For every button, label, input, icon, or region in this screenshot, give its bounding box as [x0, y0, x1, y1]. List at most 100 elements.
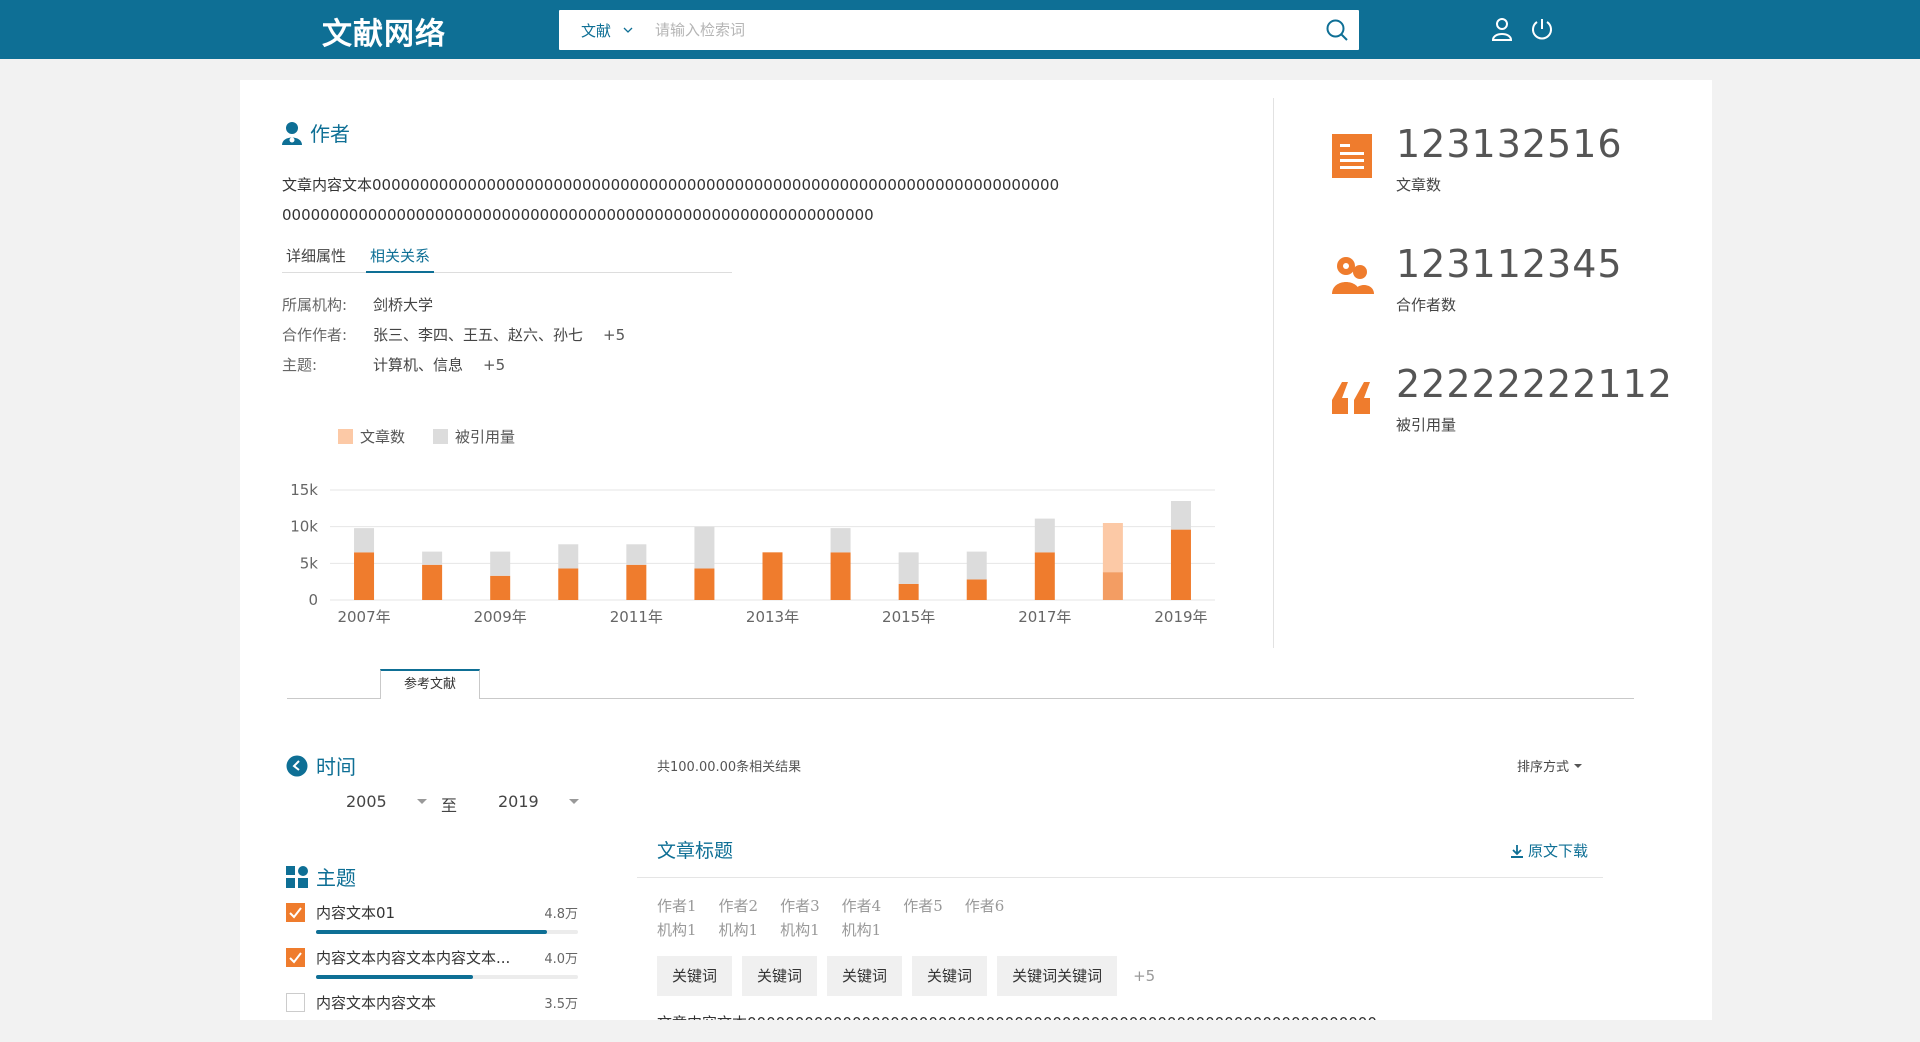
chevron-down-icon	[623, 27, 633, 33]
author-link[interactable]: 作者1	[657, 895, 697, 916]
y-tick-label: 10k	[290, 518, 318, 536]
topic-label[interactable]: 内容文本内容文本	[316, 992, 544, 1013]
bar-citations	[1034, 518, 1055, 553]
x-tick-label: 2007年	[337, 608, 390, 626]
topic-checkbox[interactable]	[286, 992, 305, 1012]
legend-label: 被引用量	[455, 428, 516, 446]
institution-link[interactable]: 机构1	[780, 919, 820, 940]
attr-value[interactable]: 计算机、信息	[373, 350, 463, 380]
keyword-tag[interactable]: 关键词	[912, 956, 988, 996]
logout-button[interactable]	[1528, 15, 1556, 43]
bar-articles	[966, 579, 987, 600]
logo[interactable]: 文献网络	[322, 9, 446, 53]
keywords-more-button[interactable]: +5	[1133, 967, 1155, 985]
bar-citations	[626, 544, 647, 565]
legend-swatch	[433, 429, 449, 444]
result-keywords: 关键词 关键词 关键词 关键词 关键词关键词 +5	[657, 956, 1155, 996]
result-count: 共100.00.00条相关结果	[657, 760, 802, 775]
year-to-value: 2019	[498, 792, 539, 811]
topic-label[interactable]: 内容文本01	[316, 902, 544, 923]
caret-down-icon	[568, 799, 579, 804]
search-icon	[1326, 19, 1348, 41]
tab-relations[interactable]: 相关关系	[366, 245, 435, 273]
tab-references[interactable]: 参考文献	[380, 669, 480, 699]
sort-label: 排序方式	[1517, 760, 1570, 775]
x-tick-label: 2017年	[1018, 608, 1071, 626]
author-link[interactable]: 作者2	[719, 895, 759, 916]
institution-link[interactable]: 机构1	[842, 919, 882, 940]
bar-citations	[1170, 501, 1191, 530]
bar-articles	[354, 552, 375, 600]
bar-articles	[1034, 552, 1055, 600]
attr-more-button[interactable]: +5	[483, 350, 505, 380]
attr-value[interactable]: 剑桥大学	[373, 290, 433, 320]
power-icon	[1532, 19, 1552, 40]
legend-item-articles[interactable]: 文章数	[338, 426, 405, 447]
author-link[interactable]: 作者5	[903, 895, 943, 916]
x-tick-label: 2015年	[882, 608, 935, 626]
keyword-tag[interactable]: 关键词	[657, 956, 733, 996]
attr-more-button[interactable]: +5	[603, 320, 625, 350]
search-input[interactable]	[649, 10, 1315, 50]
stat-number: 123112345	[1396, 242, 1623, 286]
stat-label: 被引用量	[1396, 416, 1457, 434]
year-to-select[interactable]: 2019	[498, 792, 579, 811]
author-subtabs: 详细属性 相关关系	[282, 245, 732, 273]
attr-value[interactable]: 张三、李四、王五、赵六、孙七	[373, 320, 583, 350]
tab-details[interactable]: 详细属性	[282, 245, 350, 273]
attr-key: 主题:	[282, 356, 318, 374]
keyword-tag[interactable]: 关键词	[827, 956, 903, 996]
institution-link[interactable]: 机构1	[719, 919, 759, 940]
result-item: 文章标题 原文下载 作者1 作者2 作者3 作者4 作者5 作者6 机构1 机构…	[637, 820, 1603, 1042]
search-button[interactable]	[1315, 10, 1359, 50]
search-scope-label: 文献	[581, 21, 612, 40]
caret-down-icon	[416, 799, 427, 804]
topic-progress	[316, 930, 578, 934]
topic-count: 3.5万	[544, 996, 578, 1012]
author-link[interactable]: 作者3	[780, 895, 820, 916]
attr-row-topics: 主题: 计算机、信息 +5	[282, 350, 625, 380]
grid-icon	[286, 865, 308, 888]
search-scope-dropdown[interactable]: 文献	[559, 20, 649, 41]
x-tick-label: 2013年	[746, 608, 799, 626]
bar-articles	[422, 564, 443, 600]
attr-key: 合作作者:	[282, 326, 348, 344]
topic-count: 4.8万	[544, 906, 578, 922]
bar-articles	[762, 552, 783, 600]
topic-label[interactable]: 内容文本内容文本内容文本...	[316, 947, 544, 968]
author-link[interactable]: 作者4	[842, 895, 882, 916]
result-title[interactable]: 文章标题	[657, 836, 733, 863]
y-tick-label: 5k	[300, 554, 319, 572]
author-title-text: 作者	[310, 122, 350, 146]
clock-icon	[286, 755, 308, 776]
topic-title-text: 主题	[316, 866, 356, 890]
author-link[interactable]: 作者6	[965, 895, 1005, 916]
check-icon	[289, 906, 302, 919]
x-tick-label: 2019年	[1154, 608, 1207, 626]
topic-checkbox[interactable]	[286, 947, 305, 967]
bar-citations	[354, 528, 375, 553]
download-button[interactable]: 原文下载	[1510, 840, 1588, 861]
user-button[interactable]	[1488, 15, 1516, 43]
bar-citations	[422, 551, 443, 565]
topic-progress-fill	[316, 975, 474, 979]
legend-item-citations[interactable]: 被引用量	[433, 426, 515, 447]
bar-citations	[898, 552, 919, 584]
bar-articles	[898, 583, 919, 600]
year-from-select[interactable]: 2005	[346, 792, 427, 811]
institution-link[interactable]: 机构1	[657, 919, 697, 940]
author-description: 文章内容文本0000000000000000000000000000000000…	[282, 176, 1060, 224]
keyword-tag[interactable]: 关键词关键词	[997, 956, 1118, 996]
topic-checkbox[interactable]	[286, 902, 305, 922]
user-icon	[1491, 18, 1513, 41]
topic-count: 4.0万	[544, 951, 578, 967]
topic-item: 内容文本01 4.8万	[286, 900, 578, 934]
top-bar: 文献网络 文献	[0, 0, 1920, 59]
bar-citations	[966, 551, 987, 580]
legend-label: 文章数	[360, 428, 406, 446]
sort-dropdown[interactable]: 排序方式	[1517, 756, 1583, 775]
time-filter-title: 时间	[286, 751, 356, 780]
keyword-tag[interactable]: 关键词	[742, 956, 818, 996]
bar-citations	[490, 551, 511, 576]
chart-legend: 文章数 被引用量	[338, 426, 515, 447]
